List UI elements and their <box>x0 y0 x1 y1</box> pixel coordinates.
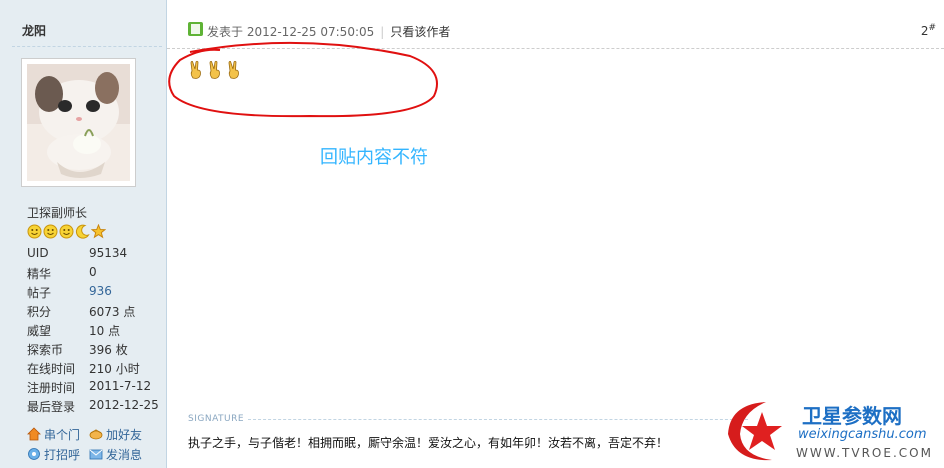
stat-label: 积分 <box>27 305 52 319</box>
handshake-icon <box>89 427 103 441</box>
avatar-image <box>27 64 130 181</box>
signature-divider: SIGNATURE <box>188 414 748 424</box>
stat-row: UID 95134 <box>27 246 167 265</box>
user-stats: UID 95134 精华 0 帖子 936 积分 6073 点 威望 10 点 探索币 39… <box>27 246 167 417</box>
stat-row: 探索币 396 枚 <box>27 341 167 360</box>
stat-label: 威望 <box>27 324 52 338</box>
stat-row: 帖子 936 <box>27 284 167 303</box>
watermark-url-secondary: WWW.TVROE.COM <box>796 446 933 460</box>
stat-row: 最后登录 2012-12-25 <box>27 398 167 417</box>
avatar[interactable] <box>21 58 136 187</box>
divider <box>12 46 162 47</box>
add-friend-button[interactable]: 加好友 <box>89 424 151 444</box>
user-rank-title: 卫探副师长 <box>27 206 88 220</box>
stat-label: 帖子 <box>27 286 52 300</box>
rank-icons <box>27 223 107 239</box>
floor-number[interactable]: 2# <box>921 23 936 38</box>
smiley-icon <box>27 224 42 239</box>
visit-button[interactable]: 串个门 <box>27 424 89 444</box>
stat-label: 探索币 <box>27 343 64 357</box>
stat-value: 10 点 <box>89 324 121 338</box>
divider: | <box>380 25 385 39</box>
stat-row: 注册时间 2011-7-12 <box>27 379 167 398</box>
online-status-icon <box>188 22 203 36</box>
divider <box>248 418 748 420</box>
floor-suffix: # <box>928 23 936 33</box>
stat-label: 在线时间 <box>27 362 76 376</box>
signature-text: 执子之手，与子偕老！相拥而眠，厮守余温！爱汝之心，有如年卯！汝若不离，吾定不弃！ <box>188 436 669 450</box>
highlight-circle <box>168 41 438 118</box>
stat-row: 积分 6073 点 <box>27 303 167 322</box>
stat-label: 精华 <box>27 267 52 281</box>
stat-value: 396 枚 <box>89 343 128 357</box>
smiley-icon <box>59 224 74 239</box>
stat-value: 6073 点 <box>89 305 136 319</box>
stat-row: 精华 0 <box>27 265 167 284</box>
visit-label: 串个门 <box>44 427 81 442</box>
wave-icon <box>27 447 41 461</box>
message-label: 发消息 <box>106 447 143 462</box>
watermark-title: 卫星参数网 <box>802 404 902 428</box>
stat-value: 210 小时 <box>89 362 140 376</box>
user-actions: 串个门 加好友 打招呼 发消息 <box>27 424 167 464</box>
signature-label: SIGNATURE <box>188 414 245 424</box>
greet-label: 打招呼 <box>44 447 81 462</box>
moon-icon <box>75 224 90 239</box>
stat-value: 95134 <box>89 246 128 260</box>
only-author-link[interactable]: 只看该作者 <box>390 25 450 39</box>
watermark-url: weixingcanshu.com <box>798 427 927 442</box>
stat-value: 0 <box>89 265 97 279</box>
stat-label: UID <box>27 246 49 260</box>
greet-button[interactable]: 打招呼 <box>27 444 89 464</box>
user-sidebar: 龙阳 卫探副师长 UID 95134 精华 0 帖子 936 积分 6073 点… <box>0 0 167 468</box>
stat-value: 2011-7-12 <box>89 379 152 393</box>
message-button[interactable]: 发消息 <box>89 444 151 464</box>
smiley-icon <box>43 224 58 239</box>
annotation-text: 回贴内容不符 <box>320 147 428 168</box>
stat-label: 注册时间 <box>27 381 76 395</box>
envelope-icon <box>89 447 103 461</box>
stat-label: 最后登录 <box>27 400 76 414</box>
stat-value: 2012-12-25 <box>89 398 159 412</box>
add-friend-label: 加好友 <box>106 427 143 442</box>
post-timestamp: 发表于 2012-12-25 07:50:05 <box>207 25 375 39</box>
star-logo-icon <box>728 402 782 461</box>
post-count-link[interactable]: 936 <box>89 284 112 298</box>
username[interactable]: 龙阳 <box>22 22 46 39</box>
site-watermark: 卫星参数网 weixingcanshu.com WWW.TVROE.COM <box>722 396 944 468</box>
stat-row: 威望 10 点 <box>27 322 167 341</box>
star-icon <box>90 223 107 239</box>
stat-row: 在线时间 210 小时 <box>27 360 167 379</box>
home-icon <box>27 427 41 441</box>
